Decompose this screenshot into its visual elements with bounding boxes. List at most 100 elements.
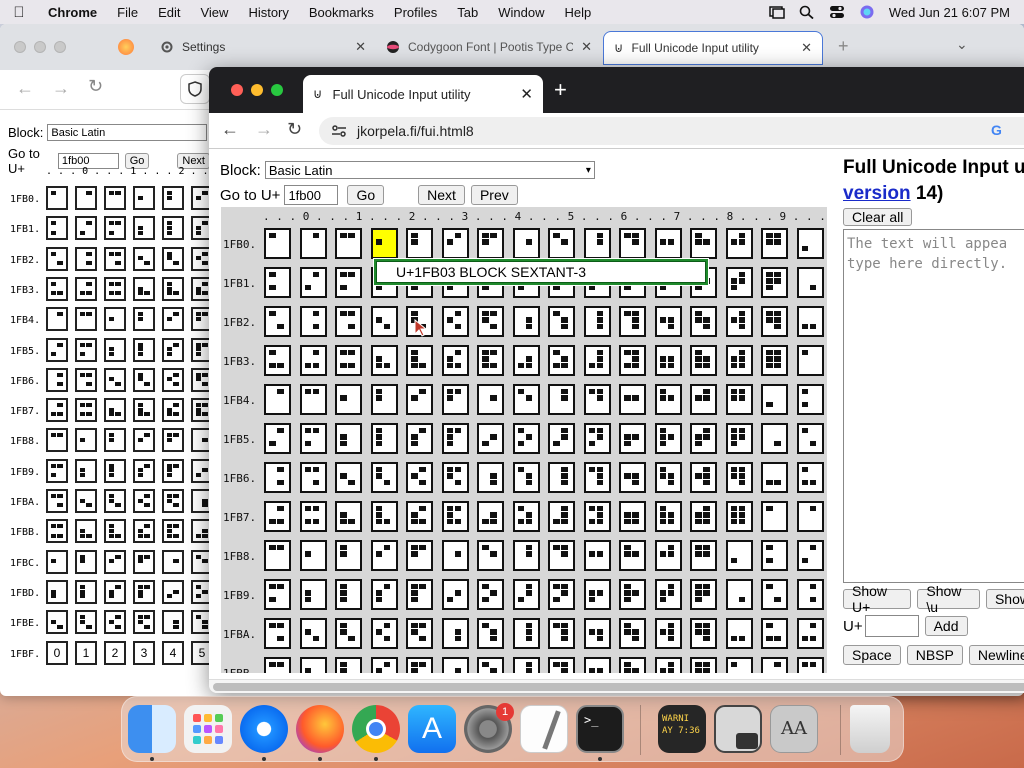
horizontal-scrollbar[interactable] xyxy=(209,679,1024,693)
char-cell[interactable] xyxy=(512,384,540,415)
char-cell[interactable] xyxy=(370,501,398,532)
char-cell[interactable] xyxy=(725,462,753,493)
char-cell[interactable] xyxy=(477,384,504,415)
char-cell[interactable] xyxy=(512,579,540,610)
char-cell[interactable] xyxy=(477,657,504,673)
char-cell[interactable] xyxy=(761,228,788,259)
char-cell[interactable] xyxy=(512,501,540,532)
firefox-icon[interactable] xyxy=(296,705,344,753)
space-button[interactable]: Space xyxy=(843,645,901,665)
char-cell[interactable] xyxy=(477,579,504,610)
show-backslash-u-button[interactable]: Show \u xyxy=(917,583,980,615)
char-cell[interactable] xyxy=(796,423,824,454)
char-cell[interactable] xyxy=(104,398,126,423)
newline-button[interactable]: Newline xyxy=(968,645,1024,665)
char-cell[interactable] xyxy=(583,228,611,259)
char-cell[interactable] xyxy=(441,306,469,337)
char-cell[interactable] xyxy=(75,579,97,604)
char-cell[interactable] xyxy=(512,462,540,493)
char-cell[interactable] xyxy=(133,216,155,241)
char-cell[interactable] xyxy=(441,423,469,454)
char-cell[interactable] xyxy=(104,519,126,544)
char-cell[interactable] xyxy=(654,501,682,532)
char-cell[interactable] xyxy=(441,228,469,259)
char-cell[interactable] xyxy=(725,657,753,673)
char-cell[interactable] xyxy=(46,549,68,574)
char-cell[interactable] xyxy=(761,423,788,454)
char-cell[interactable] xyxy=(264,579,291,610)
minimize-dot-icon[interactable] xyxy=(34,41,46,53)
char-cell[interactable] xyxy=(406,228,433,259)
char-cell[interactable] xyxy=(46,579,68,604)
char-cell[interactable] xyxy=(548,579,575,610)
char-cell[interactable] xyxy=(548,384,575,415)
clear-all-button[interactable]: Clear all xyxy=(843,208,913,226)
char-cell[interactable] xyxy=(548,462,575,493)
char-cell[interactable] xyxy=(162,246,184,271)
forward-arrow-icon[interactable]: → xyxy=(255,119,273,140)
char-cell[interactable]: 3 xyxy=(133,640,155,665)
char-cell[interactable] xyxy=(133,337,155,362)
char-cell[interactable] xyxy=(46,367,68,392)
char-cell[interactable]: 1 xyxy=(75,640,97,665)
char-cell[interactable] xyxy=(654,540,682,571)
char-cell[interactable] xyxy=(654,384,682,415)
char-cell[interactable] xyxy=(619,462,646,493)
char-cell[interactable] xyxy=(104,489,126,513)
char-cell[interactable] xyxy=(104,549,126,574)
char-cell[interactable] xyxy=(46,216,68,241)
block-select[interactable]: Basic Latin xyxy=(47,124,208,141)
char-cell[interactable] xyxy=(335,267,362,298)
close-icon[interactable]: ✕ xyxy=(520,85,533,103)
char-cell[interactable] xyxy=(690,384,717,415)
char-cell[interactable] xyxy=(370,306,398,337)
char-cell[interactable] xyxy=(477,618,504,649)
char-cell[interactable] xyxy=(299,384,327,415)
char-cell[interactable] xyxy=(104,610,126,635)
back-arrow-icon[interactable]: ← xyxy=(221,119,239,140)
textedit-icon[interactable] xyxy=(520,705,568,753)
char-cell[interactable] xyxy=(46,519,68,544)
new-tab-icon[interactable]: + xyxy=(554,77,567,103)
control-center-icon[interactable] xyxy=(829,5,845,19)
char-cell[interactable] xyxy=(370,228,398,259)
char-cell[interactable] xyxy=(46,398,68,423)
char-cell[interactable] xyxy=(761,384,788,415)
char-cell[interactable] xyxy=(299,462,327,493)
menu-edit[interactable]: Edit xyxy=(148,5,190,20)
char-cell[interactable] xyxy=(370,579,398,610)
char-cell[interactable] xyxy=(335,423,362,454)
char-cell[interactable] xyxy=(725,267,753,298)
char-cell[interactable] xyxy=(264,657,291,673)
char-cell[interactable] xyxy=(370,345,398,376)
char-cell[interactable] xyxy=(690,540,717,571)
char-cell[interactable] xyxy=(512,618,540,649)
char-cell[interactable] xyxy=(162,276,184,301)
char-cell[interactable] xyxy=(299,306,327,337)
char-cell[interactable] xyxy=(162,307,184,332)
menu-window[interactable]: Window xyxy=(488,5,554,20)
char-cell[interactable] xyxy=(406,423,433,454)
char-cell[interactable] xyxy=(335,345,362,376)
minimize-dot-icon[interactable] xyxy=(251,84,263,96)
char-cell[interactable] xyxy=(619,501,646,532)
char-cell[interactable] xyxy=(619,579,646,610)
char-cell[interactable] xyxy=(761,540,788,571)
char-cell[interactable] xyxy=(75,216,97,241)
char-cell[interactable] xyxy=(104,276,126,301)
char-cell[interactable] xyxy=(335,540,362,571)
char-cell[interactable] xyxy=(583,423,611,454)
char-cell[interactable] xyxy=(548,657,575,673)
goto-input[interactable]: 1fb00 xyxy=(284,185,339,205)
char-cell[interactable] xyxy=(264,267,291,298)
back-window-controls[interactable] xyxy=(14,41,66,53)
char-cell[interactable] xyxy=(477,228,504,259)
menu-app-name[interactable]: Chrome xyxy=(38,5,107,20)
char-cell[interactable] xyxy=(761,501,788,532)
char-cell[interactable] xyxy=(761,657,788,673)
char-cell[interactable] xyxy=(548,423,575,454)
char-cell[interactable] xyxy=(796,579,824,610)
char-cell[interactable] xyxy=(370,423,398,454)
tab-codygoon-font[interactable]: Codygoon Font | Pootis Type Co ✕ xyxy=(376,31,602,63)
char-cell[interactable] xyxy=(104,458,126,483)
